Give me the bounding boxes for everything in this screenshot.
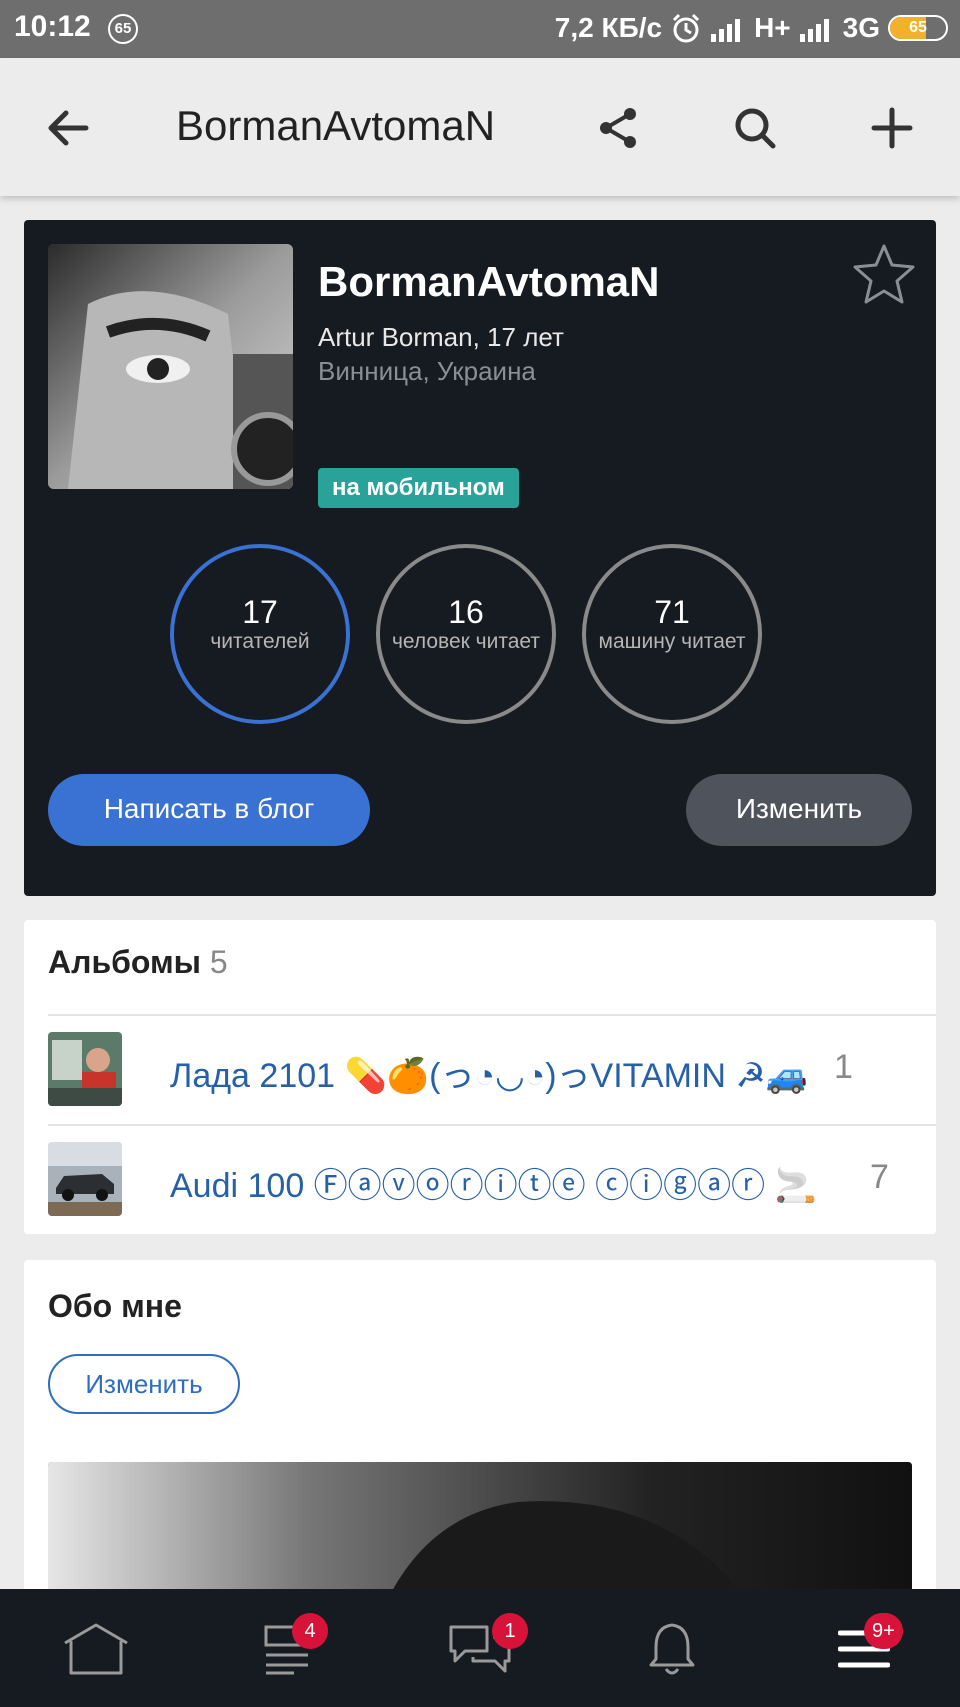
profile-nickname: BormanAvtomaN: [318, 258, 660, 305]
stat-cars-reading[interactable]: 71 машину читает: [582, 544, 762, 724]
nav-feed[interactable]: 4: [248, 1609, 328, 1689]
alarm-icon: [673, 13, 700, 43]
stat-number: 16: [448, 594, 484, 630]
profile-name-age: Artur Borman, 17 лет: [318, 322, 564, 352]
stat-readers[interactable]: 17 читателей: [170, 544, 350, 724]
plus-icon[interactable]: [864, 100, 920, 156]
bottom-nav: 4 1 9+: [0, 1589, 960, 1707]
album-thumbnail: [48, 1032, 122, 1106]
edit-profile-button[interactable]: Изменить: [686, 774, 912, 846]
album-row[interactable]: Лада 2101 💊🍊(っ◔◡◔)っVITAMIN ☭🚙 1: [48, 1014, 936, 1124]
home-icon: [64, 1623, 128, 1675]
albums-section: Альбомы 5 Лада 2101 💊🍊(っ◔◡◔)っVITAMIN ☭🚙 …: [24, 920, 936, 1234]
net-speed: 7,2 КБ/с: [554, 12, 663, 43]
status-bar: 10:12 65 7,2 КБ/с H+ 3G 65: [0, 0, 960, 58]
stat-label: машину читает: [598, 630, 746, 653]
albums-count: 5: [209, 944, 228, 980]
feed-badge: 4: [292, 1613, 328, 1649]
mobile-status-badge: на мобильном: [318, 468, 519, 508]
signal-icon: [711, 19, 741, 42]
albums-title: Альбомы 5: [48, 944, 228, 981]
nav-messages[interactable]: 1: [440, 1609, 528, 1689]
profile-card: BormanAvtomaN Artur Borman, 17 лет Винни…: [24, 220, 936, 896]
nav-home[interactable]: [56, 1609, 136, 1689]
album-thumbnail: [48, 1142, 122, 1216]
share-icon[interactable]: [590, 100, 646, 156]
battery-icon: 65: [888, 15, 948, 41]
app-bar: BormanAvtomaN: [0, 58, 960, 196]
album-name: Audi 100 Ⓕⓐⓥⓞⓡⓘⓣⓔ ⓒⓘⓖⓐⓡ 🚬: [170, 1167, 817, 1205]
about-title: Обо мне: [48, 1288, 182, 1324]
network-type-2: 3G: [842, 12, 880, 43]
messages-badge: 1: [492, 1613, 528, 1649]
stat-number: 71: [654, 594, 690, 630]
star-icon[interactable]: [852, 242, 916, 306]
album-photo-count: 7: [870, 1158, 889, 1196]
album-photo-count: 1: [834, 1048, 853, 1086]
nav-menu[interactable]: 9+: [824, 1609, 904, 1689]
back-arrow-icon[interactable]: [40, 100, 96, 156]
menu-badge: 9+: [864, 1613, 903, 1649]
album-row[interactable]: Audi 100 Ⓕⓐⓥⓞⓡⓘⓣⓔ ⓒⓘⓖⓐⓡ 🚬 7: [48, 1124, 936, 1234]
battery-percent: 65: [909, 19, 927, 36]
nav-notifications[interactable]: [632, 1609, 712, 1689]
stat-label: читателей: [210, 630, 310, 653]
search-icon[interactable]: [727, 100, 783, 156]
page-title: BormanAvtomaN: [176, 102, 496, 149]
write-blog-button[interactable]: Написать в блог: [48, 774, 370, 846]
about-edit-button[interactable]: Изменить: [48, 1354, 240, 1414]
albums-title-label: Альбомы: [48, 944, 201, 980]
status-indicators: 7,2 КБ/с H+ 3G 65: [555, 12, 948, 44]
stat-number: 17: [242, 594, 278, 630]
album-name: Лада 2101 💊🍊(っ◔◡◔)っVITAMIN ☭🚙: [170, 1057, 809, 1095]
stat-label: человек читает: [391, 630, 541, 653]
notification-count-badge: 65: [108, 14, 138, 44]
bell-icon: [649, 1623, 695, 1675]
avatar[interactable]: [48, 244, 293, 489]
network-type-1: H+: [754, 12, 791, 43]
status-time: 10:12: [14, 10, 91, 43]
stat-people-reading[interactable]: 16 человек читает: [376, 544, 556, 724]
signal-icon: [799, 19, 829, 42]
profile-location: Винница, Украина: [318, 356, 536, 386]
